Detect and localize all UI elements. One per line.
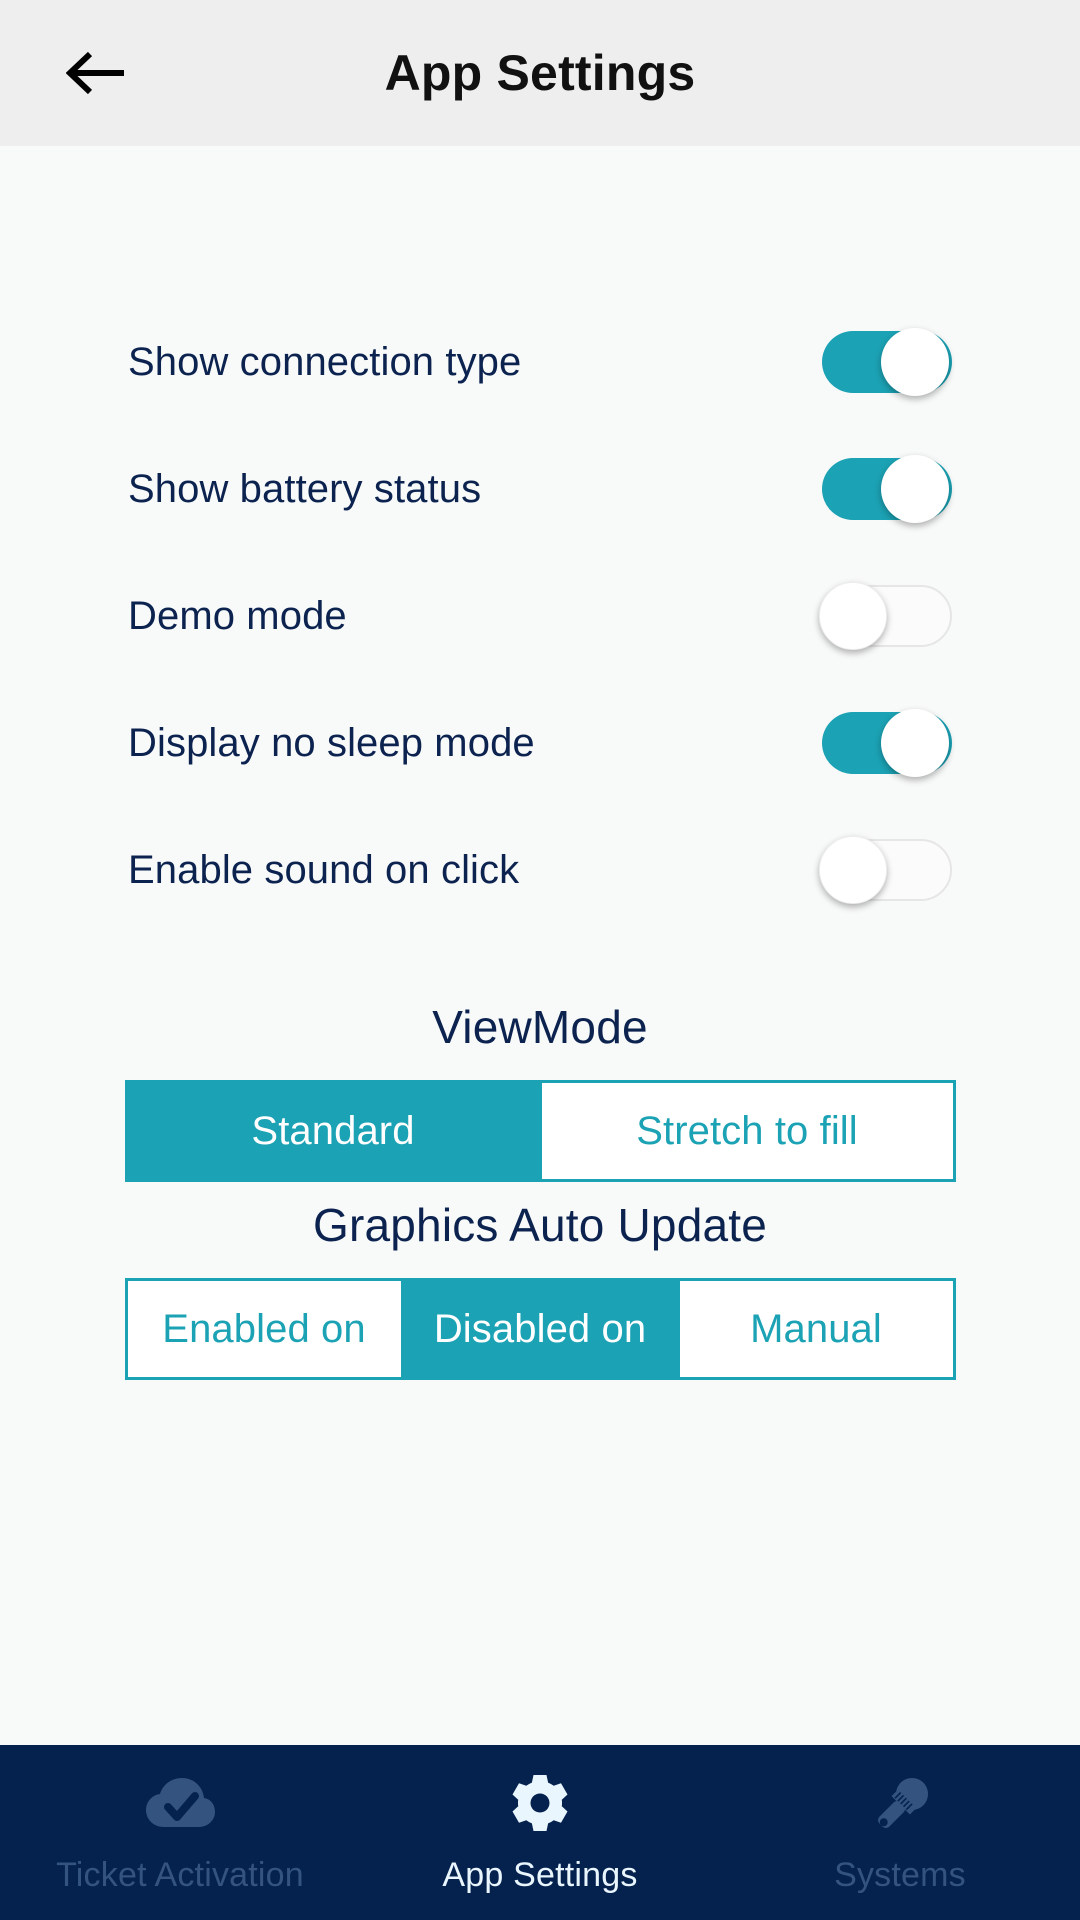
view-mode-option-stretch-to-fill[interactable]: Stretch to fill <box>541 1083 953 1179</box>
toggle-display-no-sleep-mode[interactable] <box>822 708 952 777</box>
setting-label: Show connection type <box>128 339 522 384</box>
nav-label: Ticket Activation <box>56 1856 304 1894</box>
nav-label: Systems <box>834 1856 966 1894</box>
bottom-navigation-bar: Ticket Activation App Settings Systems <box>0 1745 1080 1920</box>
back-button[interactable] <box>62 38 132 108</box>
app-settings-screen: App Settings Show connection type Show b… <box>0 0 1080 1920</box>
toggle-thumb <box>881 327 949 396</box>
setting-row-demo-mode[interactable]: Demo mode <box>0 552 1080 679</box>
graphics-option-disabled-on[interactable]: Disabled on <box>403 1281 680 1377</box>
toggle-show-connection-type[interactable] <box>822 327 952 396</box>
settings-toggle-list: Show connection type Show battery status… <box>0 146 1080 933</box>
app-bar: App Settings <box>0 0 1080 146</box>
wrench-icon <box>865 1770 935 1842</box>
page-title: App Settings <box>384 45 696 101</box>
toggle-thumb <box>881 708 949 777</box>
setting-row-enable-sound-on-click[interactable]: Enable sound on click <box>0 806 1080 933</box>
gear-icon <box>507 1770 573 1842</box>
setting-label: Demo mode <box>128 593 347 638</box>
setting-row-show-battery-status[interactable]: Show battery status <box>0 425 1080 552</box>
graphics-option-enabled-on[interactable]: Enabled on <box>127 1281 404 1377</box>
setting-row-show-connection-type[interactable]: Show connection type <box>0 298 1080 425</box>
graphics-option-manual[interactable]: Manual <box>679 1281 953 1377</box>
arrow-left-icon <box>66 49 128 97</box>
setting-label: Display no sleep mode <box>128 720 535 765</box>
toggle-demo-mode[interactable] <box>819 581 952 650</box>
graphics-auto-update-section: Graphics Auto Update Enabled on Disabled… <box>0 1198 1080 1380</box>
setting-row-display-no-sleep-mode[interactable]: Display no sleep mode <box>0 679 1080 806</box>
cloud-check-icon <box>144 1770 216 1842</box>
graphics-auto-update-title: Graphics Auto Update <box>312 1199 768 1251</box>
toggle-show-battery-status[interactable] <box>822 454 952 523</box>
nav-label: App Settings <box>442 1856 638 1894</box>
toggle-thumb <box>819 835 887 904</box>
toggle-thumb <box>881 454 949 523</box>
nav-item-systems[interactable]: Systems <box>720 1745 1080 1920</box>
nav-item-app-settings[interactable]: App Settings <box>360 1745 720 1920</box>
setting-label: Show battery status <box>128 466 482 511</box>
graphics-auto-update-segmented-control: Enabled on Disabled on Manual <box>124 1278 956 1380</box>
nav-item-ticket-activation[interactable]: Ticket Activation <box>0 1745 360 1920</box>
toggle-thumb <box>819 581 887 650</box>
view-mode-title: ViewMode <box>432 1001 648 1053</box>
view-mode-option-standard[interactable]: Standard <box>127 1083 542 1179</box>
view-mode-segmented-control: Standard Stretch to fill <box>124 1080 956 1182</box>
setting-label: Enable sound on click <box>128 847 520 892</box>
view-mode-section: ViewMode Standard Stretch to fill <box>0 1000 1080 1182</box>
toggle-enable-sound-on-click[interactable] <box>819 835 952 904</box>
